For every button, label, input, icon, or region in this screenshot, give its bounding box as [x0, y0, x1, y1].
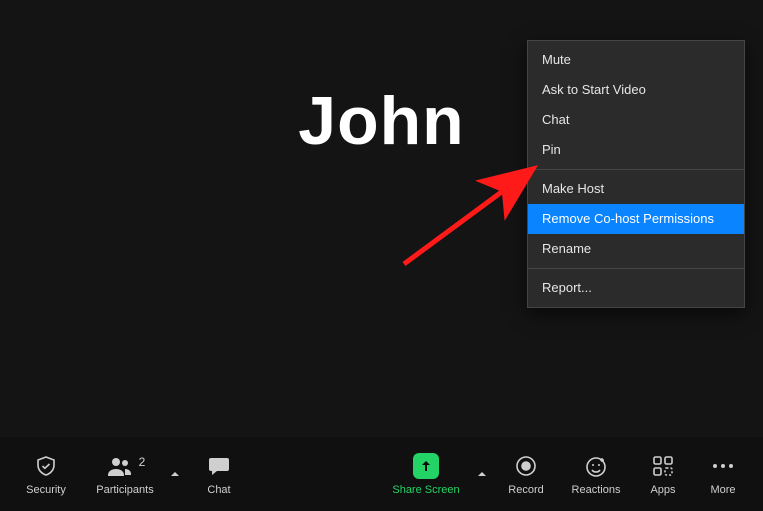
- share-screen-icon: [413, 452, 439, 480]
- record-icon: [515, 452, 537, 480]
- shield-icon: [34, 452, 58, 480]
- apps-icon: [652, 452, 674, 480]
- participant-count: 2: [139, 455, 146, 469]
- toolbar-label: Reactions: [572, 484, 621, 496]
- chevron-up-icon: [170, 469, 180, 479]
- menu-item-pin[interactable]: Pin: [528, 135, 744, 165]
- participant-context-menu: Mute Ask to Start Video Chat Pin Make Ho…: [527, 40, 745, 308]
- menu-item-report[interactable]: Report...: [528, 273, 744, 303]
- toolbar-label: Apps: [650, 484, 675, 496]
- menu-item-label: Rename: [542, 241, 591, 256]
- chevron-up-icon: [477, 469, 487, 479]
- record-button[interactable]: Record: [493, 437, 559, 511]
- share-screen-button[interactable]: Share Screen: [381, 437, 471, 511]
- menu-item-label: Pin: [542, 142, 561, 157]
- menu-item-label: Make Host: [542, 181, 604, 196]
- share-caret[interactable]: [471, 437, 493, 511]
- toolbar-label: Participants: [96, 484, 153, 496]
- smile-icon: [584, 452, 608, 480]
- chat-icon: [207, 452, 231, 480]
- participants-caret[interactable]: [164, 437, 186, 511]
- menu-item-rename[interactable]: Rename: [528, 234, 744, 264]
- meeting-window: John Mute Ask to Start Video Chat Pin Ma…: [0, 0, 763, 511]
- more-icon: [711, 452, 735, 480]
- menu-item-ask-start-video[interactable]: Ask to Start Video: [528, 75, 744, 105]
- people-icon: 2: [105, 452, 146, 480]
- toolbar-label: Share Screen: [392, 484, 459, 496]
- toolbar-label: More: [710, 484, 735, 496]
- menu-item-label: Remove Co-host Permissions: [542, 211, 714, 226]
- apps-button[interactable]: Apps: [633, 437, 693, 511]
- meeting-toolbar: Security 2 Participants Chat: [0, 437, 763, 511]
- menu-item-label: Report...: [542, 280, 592, 295]
- menu-item-label: Mute: [542, 52, 571, 67]
- more-button[interactable]: More: [693, 437, 753, 511]
- menu-item-make-host[interactable]: Make Host: [528, 174, 744, 204]
- menu-item-remove-cohost[interactable]: Remove Co-host Permissions: [528, 204, 744, 234]
- toolbar-label: Record: [508, 484, 543, 496]
- menu-item-chat[interactable]: Chat: [528, 105, 744, 135]
- menu-item-label: Chat: [542, 112, 569, 127]
- reactions-button[interactable]: Reactions: [559, 437, 633, 511]
- toolbar-label: Security: [26, 484, 66, 496]
- chat-button[interactable]: Chat: [186, 437, 252, 511]
- toolbar-label: Chat: [207, 484, 230, 496]
- security-button[interactable]: Security: [6, 437, 86, 511]
- annotation-arrow: [398, 152, 548, 272]
- menu-item-mute[interactable]: Mute: [528, 45, 744, 75]
- menu-item-label: Ask to Start Video: [542, 82, 646, 97]
- participants-button[interactable]: 2 Participants: [86, 437, 164, 511]
